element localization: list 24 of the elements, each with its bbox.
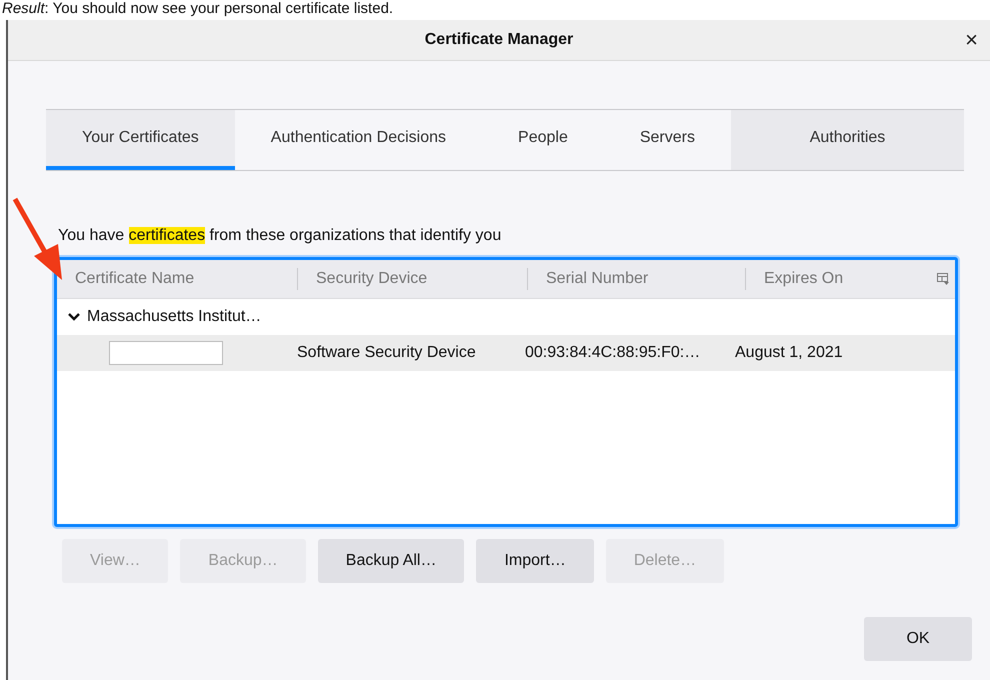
chevron-icon[interactable] — [67, 312, 81, 322]
intro-text: You have certificates from these organizations that identify you — [58, 227, 502, 246]
table-cell-text: 00:93:84:4C:88:95:F0:… — [525, 344, 702, 362]
column-picker-icon[interactable] — [937, 273, 949, 285]
tab[interactable]: Authentication Decisions — [234, 110, 482, 170]
column-header[interactable]: Security Device — [297, 268, 527, 290]
tab[interactable]: People — [482, 110, 604, 170]
column-header[interactable]: Serial Number — [527, 268, 745, 290]
column-header[interactable]: Certificate Name — [57, 268, 297, 290]
tab[interactable]: Servers — [604, 110, 731, 170]
window-title: Certificate Manager — [424, 31, 574, 49]
close-button[interactable]: × — [961, 27, 982, 53]
table-cell-text: Software Security Device — [297, 344, 477, 362]
column-header[interactable]: Expires On — [745, 268, 933, 290]
certificate-row[interactable]: Software Security Device 00:93:84:4C:88:95:F0:… August 1, 2021 — [57, 335, 955, 371]
tree-row[interactable]: Massachusetts Institut… — [57, 299, 955, 335]
tab[interactable]: Authorities — [730, 110, 964, 170]
table-cell-text: August 1, 2021 — [735, 344, 844, 362]
action-button[interactable]: Backup All… — [318, 539, 464, 583]
ok-button[interactable]: OK — [864, 617, 972, 661]
organization-name: Massachusetts Institut… — [87, 308, 262, 326]
action-button[interactable]: Import… — [476, 539, 594, 583]
tab[interactable]: Your Certificates — [46, 110, 235, 170]
caption-text: Result: You should now see your personal certificate listed. — [1, 0, 394, 19]
